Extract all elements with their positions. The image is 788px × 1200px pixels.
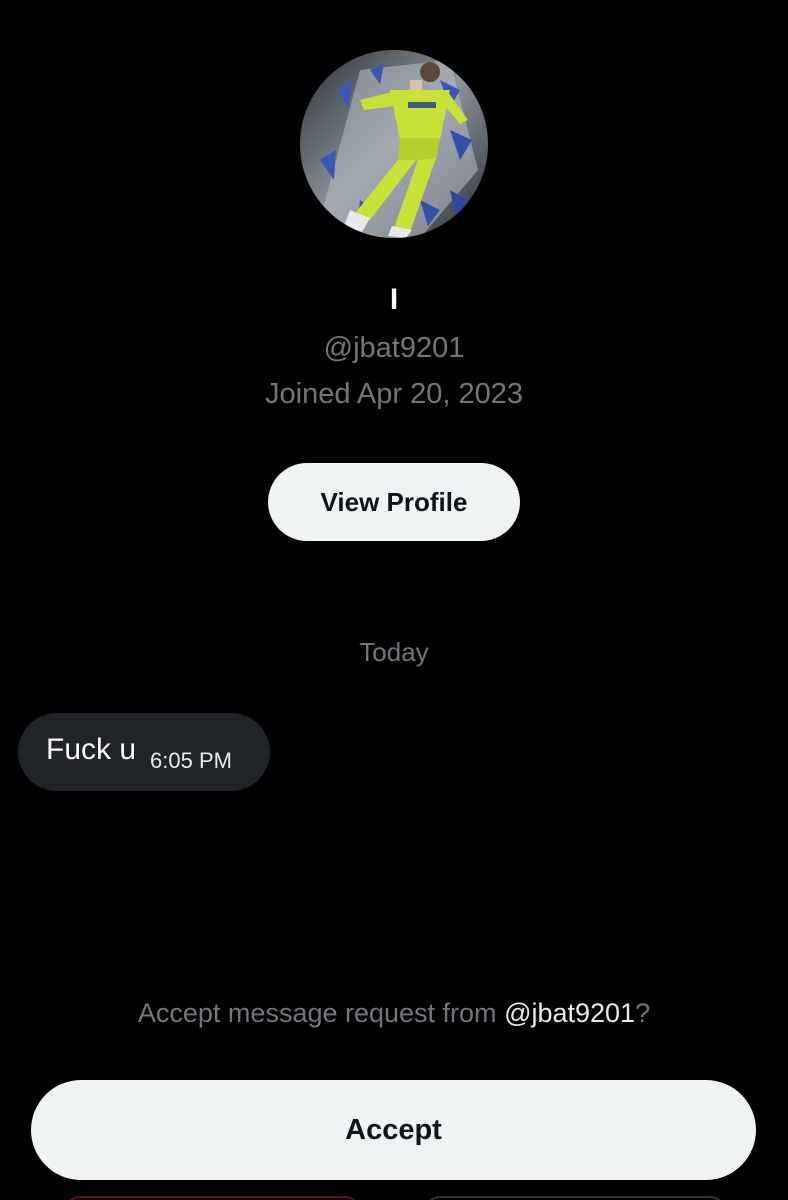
delete-button-partial[interactable] bbox=[65, 1196, 360, 1200]
block-button-partial[interactable] bbox=[425, 1196, 725, 1200]
message-request-prompt: Accept message request from @jbat9201? bbox=[0, 998, 788, 1029]
date-separator: Today bbox=[359, 637, 429, 667]
display-name: I bbox=[389, 283, 399, 316]
message-timestamp: 6:05 PM bbox=[150, 748, 232, 773]
view-profile-button[interactable]: View Profile bbox=[268, 463, 520, 541]
profile-avatar[interactable] bbox=[300, 50, 488, 238]
message-text: Fuck u bbox=[46, 733, 137, 766]
request-prompt-prefix: Accept message request from bbox=[137, 998, 505, 1028]
avatar-image bbox=[300, 50, 488, 238]
dm-request-screen: I @jbat9201 Joined Apr 20, 2023 View Pro… bbox=[0, 0, 788, 1200]
request-prompt-handle: @jbat9201 bbox=[504, 998, 636, 1028]
joined-date: Joined Apr 20, 2023 bbox=[265, 378, 523, 410]
message-bubble[interactable]: Fuck u 6:05 PM bbox=[18, 713, 270, 791]
user-handle: @jbat9201 bbox=[323, 332, 465, 364]
accept-button[interactable]: Accept bbox=[31, 1080, 756, 1180]
request-prompt-suffix: ? bbox=[635, 998, 651, 1028]
